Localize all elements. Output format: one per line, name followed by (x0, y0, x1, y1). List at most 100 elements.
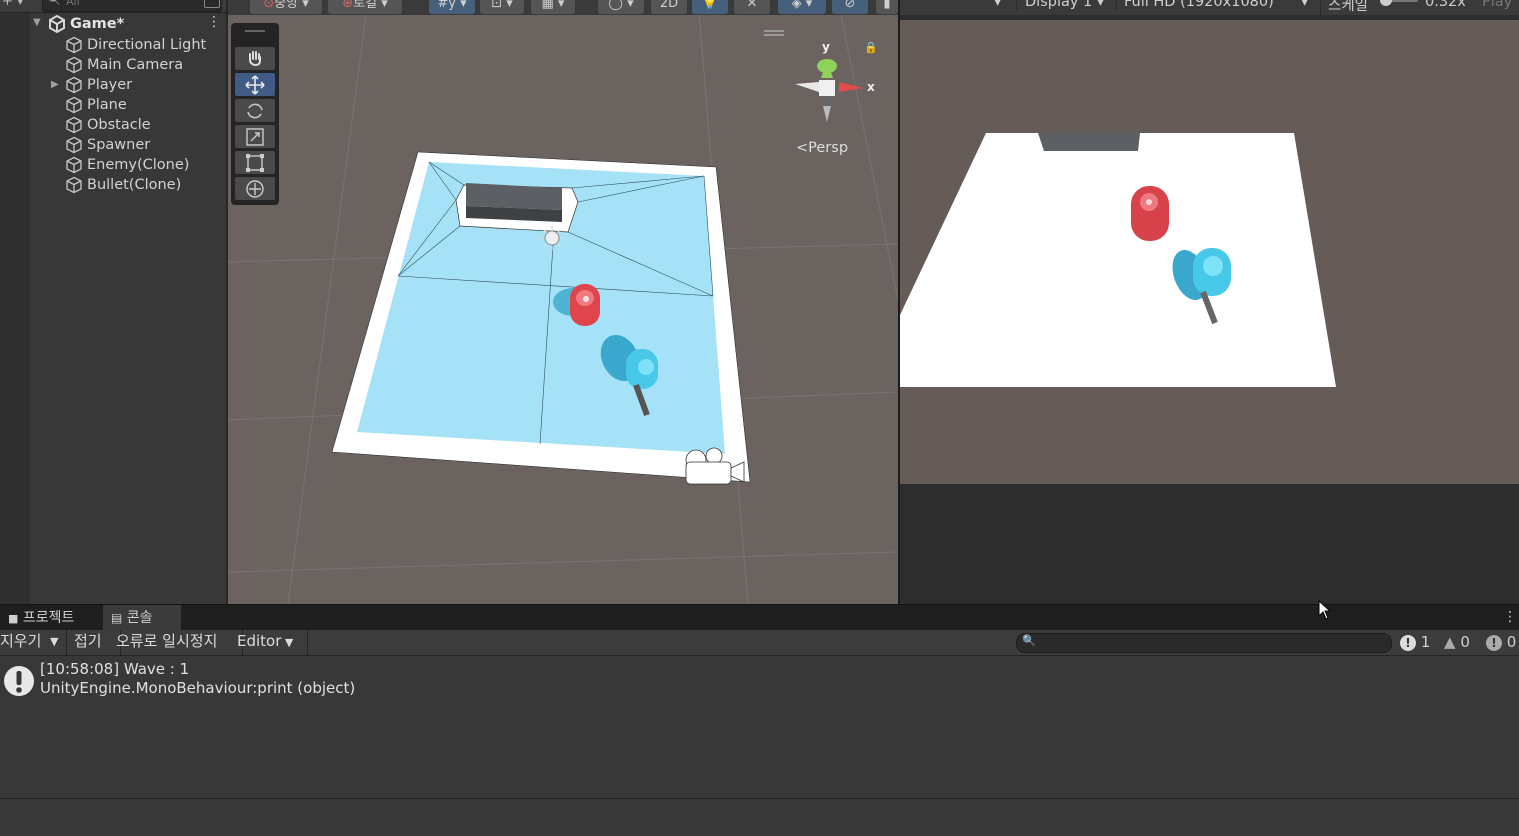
scale-label: 스케일 (1320, 0, 1368, 15)
info-count: 1 (1420, 633, 1431, 651)
move-tool-button[interactable] (235, 73, 275, 96)
warning-count: 0 (1460, 633, 1470, 651)
tool-palette (231, 23, 279, 205)
transform-tool-button[interactable] (235, 177, 275, 200)
hierarchy-item-label: Bullet(Clone) (87, 177, 182, 193)
space-dropdown[interactable]: ⊕로컬 ▾ (328, 0, 402, 14)
gizmo-drag-handle-line (764, 34, 784, 36)
resolution-dropdown[interactable]: Full HD (1920x1080) ▾ (1116, 0, 1320, 10)
transform-icon (246, 180, 264, 198)
pivot-dropdown[interactable]: ⊙중앙 ▾ (250, 0, 322, 14)
error-count: 0 (1506, 633, 1517, 651)
rotate-icon (247, 103, 263, 119)
scale-slider-thumb[interactable] (1380, 0, 1392, 6)
persp-icon: < (796, 140, 809, 156)
hierarchy-item-label: Plane (87, 97, 127, 113)
scene-kebab-icon[interactable]: ⋮ (207, 14, 221, 30)
hierarchy-item[interactable]: Enemy(Clone) (0, 155, 226, 175)
hierarchy-item-label: Enemy(Clone) (87, 157, 190, 173)
audio-toggle-icon[interactable]: ✕ (734, 0, 770, 14)
lighting-toggle-icon[interactable]: 💡 (692, 0, 728, 14)
error-count-toggle[interactable]: ! 0 (1486, 631, 1516, 653)
grid-snap-button[interactable]: #y ▾ (429, 0, 475, 14)
search-filter-icon[interactable] (204, 0, 220, 8)
fold-down-icon[interactable]: ▼ (33, 17, 41, 28)
info-count-toggle[interactable]: ! 1 (1400, 631, 1430, 653)
scene-viewport[interactable] (228, 0, 898, 604)
hierarchy-item[interactable]: Bullet(Clone) (0, 175, 226, 195)
draw-mode-button[interactable]: ◯ ▾ (598, 0, 644, 14)
game-viewport (900, 133, 1336, 387)
rect-tool-button[interactable] (235, 151, 275, 174)
hierarchy-item[interactable]: Main Camera (0, 55, 226, 75)
hierarchy-item[interactable]: Plane (0, 95, 226, 115)
hierarchy-search-placeholder: All (66, 0, 80, 8)
resolution-label: Full HD (1920x1080) (1124, 0, 1274, 10)
mode-2d-button[interactable]: 2D (651, 0, 687, 14)
console-kebab-icon[interactable]: ⋮ (1503, 609, 1517, 625)
clear-options-chevron-icon[interactable]: ▼ (50, 630, 58, 653)
pivot-label: 중앙 (274, 0, 299, 11)
hierarchy-item-label: Main Camera (87, 57, 184, 73)
projection-toggle[interactable]: <Persp (796, 140, 848, 156)
clear-button[interactable]: 지우기 ▼ (0, 630, 67, 655)
hierarchy-scene-row[interactable]: ▼ Game* (0, 14, 226, 34)
fold-right-icon[interactable]: ▶ (51, 79, 59, 90)
tab-console-label: 콘솔 (126, 610, 153, 626)
tab-project[interactable]: ■ 프로젝트 (0, 605, 102, 631)
hierarchy-item[interactable]: Directional Light (0, 35, 226, 55)
tab-console[interactable]: ▤ 콘솔 (103, 605, 181, 631)
gizmo-drag-handle[interactable] (764, 30, 784, 32)
projection-label: Persp (808, 140, 849, 156)
hierarchy-item-label: Obstacle (87, 117, 151, 133)
scale-tool-button[interactable] (235, 125, 275, 148)
snap-increment-button[interactable]: ⊡ ▾ (480, 0, 524, 14)
game-obstacle (1038, 133, 1140, 151)
game-plane (900, 133, 1336, 387)
grid-visibility-button[interactable]: ▦ ▾ (531, 0, 575, 14)
hierarchy-item-label: Directional Light (87, 37, 207, 53)
search-icon: 🔍 (48, 0, 61, 6)
move-icon (245, 75, 265, 95)
console-icon: ▤ (111, 611, 123, 625)
create-menu-button[interactable]: + ▾ (2, 0, 24, 9)
lock-icon[interactable]: 🔒 (864, 41, 878, 54)
editor-dropdown[interactable]: Editor ▼ (232, 630, 308, 655)
error-pause-button[interactable]: 오류로 일시정지 (110, 630, 243, 655)
chevron-down-icon: ▼ (281, 636, 294, 649)
unity-scene-icon (49, 15, 65, 33)
hierarchy-item[interactable]: Obstacle (0, 115, 226, 135)
console-tab-bar: ■ 프로젝트 ▤ 콘솔 (0, 604, 1519, 631)
display-label: Display 1 (1025, 0, 1093, 10)
play-focus-dropdown[interactable]: Play (1482, 0, 1512, 10)
drag-handle[interactable] (245, 30, 265, 32)
console-search-input[interactable] (1016, 633, 1392, 653)
tab-project-label: 프로젝트 (22, 610, 75, 626)
game-render[interactable] (900, 20, 1519, 484)
gizmo-axis-x-label[interactable]: x (867, 80, 875, 94)
space-icon: ⊕ (342, 0, 354, 11)
effects-dropdown[interactable]: ◈ ▾ (778, 0, 826, 14)
warning-icon: ▲ (1444, 633, 1456, 651)
hierarchy-item[interactable]: ▶ Player (0, 75, 226, 95)
gameobject-cube-icon (65, 176, 83, 198)
hierarchy-item-label: Player (87, 77, 133, 93)
scene-view[interactable] (228, 0, 898, 604)
hierarchy-item[interactable]: Spawner (0, 135, 226, 155)
mouse-cursor-icon (1318, 600, 1332, 620)
display-dropdown[interactable]: Display 1 ▾ (1016, 0, 1125, 10)
pivot-icon: ⊙ (263, 0, 275, 11)
gizmos-button[interactable]: ▮ (876, 0, 898, 14)
hand-tool-button[interactable] (235, 47, 275, 70)
hidden-objects-icon[interactable]: ⊘ (832, 0, 868, 14)
editor-label: Editor (237, 632, 282, 650)
rotate-tool-button[interactable] (235, 99, 275, 122)
info-message-icon (4, 666, 34, 696)
rect-transform-icon (246, 154, 264, 172)
scene-toolbar: ⊙중앙 ▾ ⊕로컬 ▾ #y ▾ ⊡ ▾ ▦ ▾ ◯ ▾ 2D 💡 ✕ ◈ ▾ … (228, 0, 898, 15)
scale-icon (246, 128, 264, 146)
gizmo-axis-y-label[interactable]: y (822, 40, 830, 54)
log-entry-stacktrace: UnityEngine.MonoBehaviour:print (object) (40, 679, 356, 697)
game-view-dropdown-icon[interactable]: ▾ (994, 0, 1001, 10)
warning-count-toggle[interactable]: ▲ 0 (1444, 631, 1470, 653)
